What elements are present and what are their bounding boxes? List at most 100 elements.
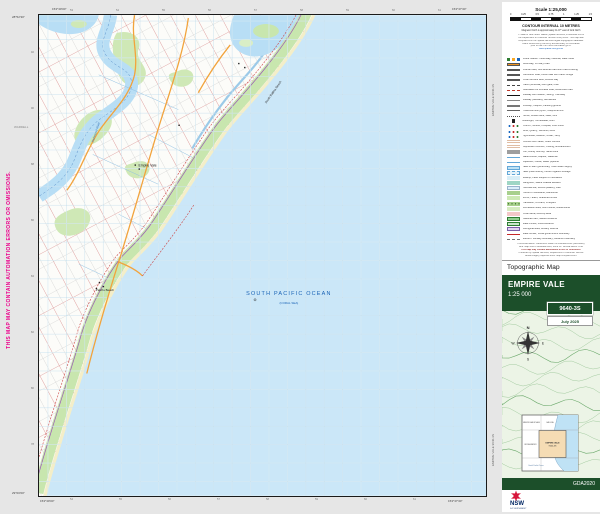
- legend-swatch-military: [507, 227, 520, 231]
- legend-label: Watercourse; Rapids; Waterfall: [523, 156, 558, 159]
- copyright-disclaimer: © State of New South Wales (Spatial Serv…: [508, 34, 594, 55]
- index-center-code: 9640-3S: [549, 446, 557, 448]
- legend-swatch-rail-gray: [507, 100, 520, 101]
- legend-label: Mine; Quarry; Windmill; Bore: [523, 130, 556, 133]
- map-type-title: Topographic Map: [507, 264, 600, 271]
- legend: Route marker: motorway, national, state …: [507, 57, 597, 243]
- grid-number: 59: [315, 499, 318, 502]
- automation-warning-text: THIS MAP MAY CONTAIN AUTOMATION ERRORS O…: [6, 110, 16, 410]
- legend-swatch-intermittent: [507, 171, 520, 175]
- grid-number: 92: [31, 52, 34, 55]
- index-map: MEERSCHAUM VALE BALLINA BROADWATER EMPIR…: [522, 415, 578, 471]
- grid-number: 57: [254, 10, 257, 13]
- legend-label: Urban service lane; Access way: [523, 79, 559, 82]
- legend-swatch-symbols: [507, 124, 520, 128]
- legend-label: Fence; Levee bank; Gate; Grid: [523, 115, 558, 118]
- footer-line: Aerial imagery captured 2023. Map compil…: [508, 255, 594, 258]
- map-svg: SOUTH PACIFIC OCEAN (CORAL SEA) South Ba…: [39, 15, 486, 496]
- legend-label: Railway (disused); dismantled: [523, 99, 557, 102]
- estuary-island-small: [239, 39, 253, 47]
- grid-number: 84: [31, 276, 34, 279]
- legend-swatch-water: [507, 166, 520, 170]
- svg-text:N: N: [527, 325, 530, 330]
- scale-number: 0.25: [521, 13, 526, 16]
- logo-org-text: NSW: [510, 501, 524, 507]
- coord-top-left-lat: 28°52'30": [12, 16, 25, 19]
- grid-number: 56: [168, 499, 171, 502]
- adjoining-sheet-label: WARDELL: [14, 126, 28, 129]
- grid-number: 59: [346, 10, 349, 13]
- index-ocean-label: South Pacific Ocean: [528, 464, 543, 467]
- ocean-label: SOUTH PACIFIC OCEAN: [246, 291, 331, 297]
- logo-sub-text: GOVERNMENT: [510, 508, 527, 510]
- beach-south-label: Patchs Beach: [96, 288, 115, 292]
- legend-label: Intertidal flat; Rocks (awash); Reef: [523, 187, 562, 190]
- legend-swatch-rail: [507, 95, 520, 96]
- legend-swatch-stateforest: [507, 222, 520, 226]
- scale-number: 1.5: [589, 13, 592, 16]
- legend-label: Motorway; Primary road: [523, 63, 550, 66]
- legend-swatch-fence: [507, 116, 520, 117]
- index-nw-label: MEERSCHAUM VALE: [523, 421, 541, 424]
- scale-segment: [511, 18, 521, 20]
- scale-bar-numbers: 00.250.50.7511.251.5: [510, 13, 592, 16]
- legend-swatch-scrub: [507, 196, 520, 200]
- scale-number: 1.25: [574, 13, 579, 16]
- ocean-sub-label: (CORAL SEA): [279, 301, 298, 305]
- edition-date-badge: July 2025: [547, 316, 593, 326]
- legend-swatch-contour: [507, 145, 520, 150]
- scale-number: 0.75: [549, 13, 554, 16]
- grid-number: 61: [413, 499, 416, 502]
- index-center-name: EMPIRE VALE: [546, 442, 561, 445]
- legend-label: Depression contour; Cutting; Embankment: [523, 146, 571, 149]
- legend-label: Route marker: motorway, national, state …: [523, 58, 574, 61]
- legend-swatch-power: [507, 110, 520, 111]
- legend-swatch-building: [512, 119, 516, 123]
- legend-swatch-forest: [507, 191, 520, 195]
- legend-label: State border; Local government boundary: [523, 233, 570, 236]
- legend-swatch-contour: [507, 140, 520, 145]
- datum-bar: GDA2020: [502, 478, 600, 490]
- legend-swatch-plantation: [507, 202, 520, 206]
- legend-swatch-cliff: [507, 150, 520, 154]
- coord-top-right-lon: 153°37'30": [452, 8, 467, 11]
- legend-footer-notes: Horizontal datum: Geocentric Datum of Au…: [508, 243, 594, 260]
- grid-number: 54: [116, 10, 119, 13]
- sheet-name: EMPIRE VALE: [508, 280, 600, 289]
- grid-number: 88: [31, 164, 34, 167]
- legend-swatch-stream: [507, 162, 520, 163]
- sheet-label-vertical-bottom: EMPIRE VALE 9640-3S: [492, 396, 500, 466]
- legend-label: Plantation; Orchard; Vineyard: [523, 202, 556, 205]
- scale-segment: [521, 18, 531, 20]
- legend-swatch-recreation: [507, 207, 520, 211]
- legend-label: Aqueduct; Canal; Water pipeline: [523, 161, 559, 164]
- scale-segment: [531, 18, 541, 20]
- legend-label: Arterial road; Sub arterial road with ro…: [523, 69, 578, 72]
- legend-swatch-road-orange: [507, 63, 520, 66]
- grid-number: 60: [392, 10, 395, 13]
- legend-swatch-road-gray: [507, 105, 520, 107]
- grid-number: 53: [70, 10, 73, 13]
- contour-interval-note: CONTOUR INTERVAL 10 METRES: [502, 24, 600, 28]
- legend-swatch-mangrove: [507, 181, 520, 185]
- marginalia-panel: Scale 1:25,000 00.250.50.7511.251.5 CONT…: [502, 2, 600, 512]
- legend-swatch-boundary: [507, 234, 520, 235]
- grid-number: 54: [70, 499, 73, 502]
- grid-number: 58: [300, 10, 303, 13]
- scale-segment: [541, 18, 551, 20]
- grid-number: 58: [266, 499, 269, 502]
- legend-label: Forest or Woodland; Rainforest: [523, 192, 558, 195]
- magnetic-declination-note: Magnetic North is approximately 11.07° e…: [502, 30, 600, 32]
- legend-label: Lake or dam (perennial); Town water supp…: [523, 166, 572, 169]
- grid-number: 56: [208, 10, 211, 13]
- estuary-island: [253, 24, 279, 38]
- legend-swatch-track-red: [507, 90, 520, 91]
- coord-bottom-right-lon: 153°37'30": [448, 500, 463, 503]
- scale-segment: [581, 18, 591, 20]
- legend-label: Railway with station; Siding; Tramway: [523, 94, 566, 97]
- cover-topo-thumbnail: N E S W MEERSCHAUM VALE BALLINA BROA: [502, 311, 600, 478]
- legend-label: Track (vehicular) with gate; Path: [523, 84, 559, 87]
- scale-title: Scale 1:25,000: [502, 7, 600, 12]
- legend-label: Suburb / Locality boundary; Reserve boun…: [523, 238, 576, 241]
- legend-label: Contour with value; Index contour: [523, 141, 561, 144]
